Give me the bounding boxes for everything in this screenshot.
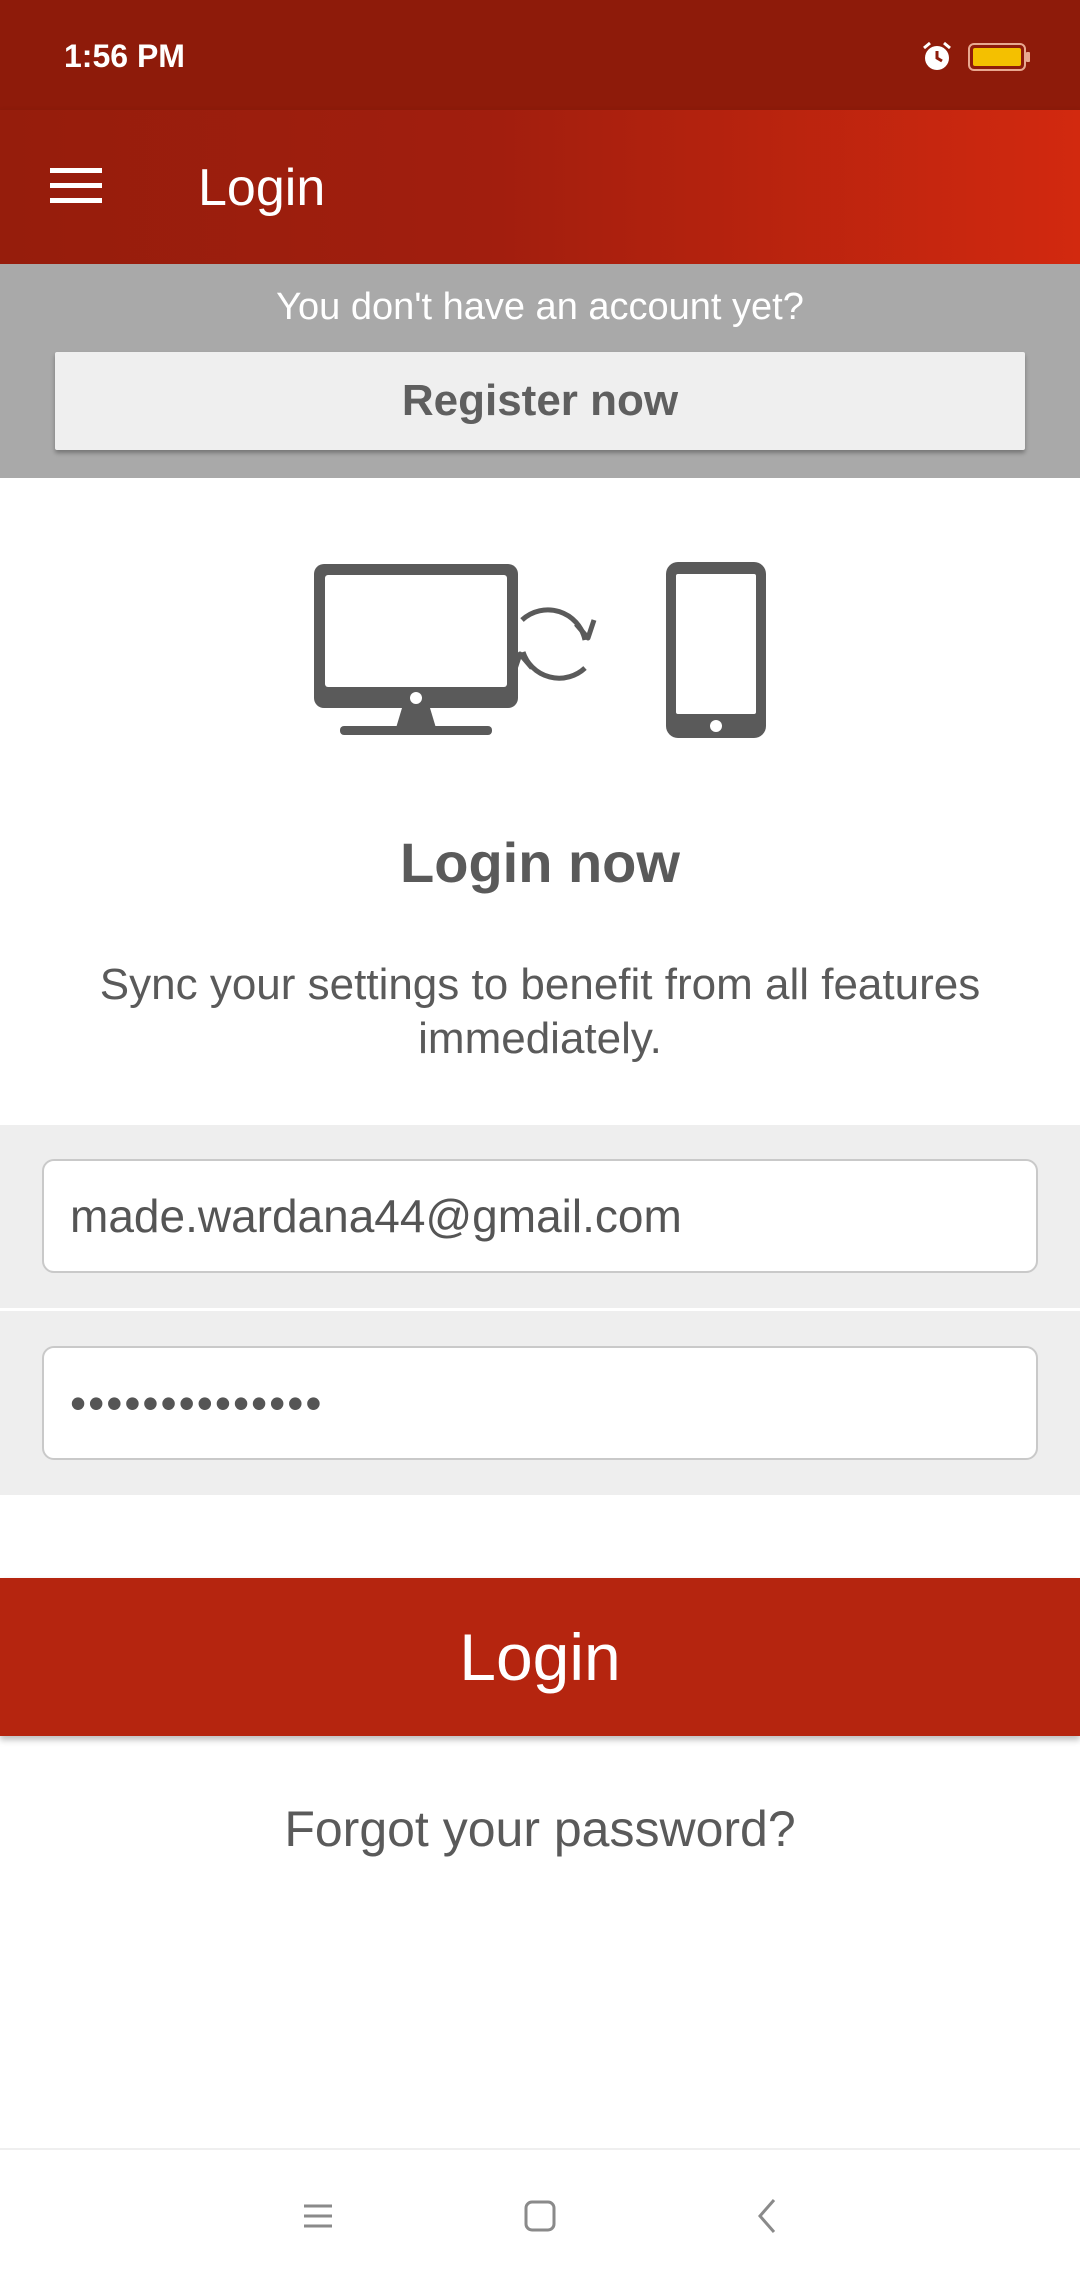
app-bar: Login — [0, 110, 1080, 264]
back-icon[interactable] — [748, 2196, 788, 2236]
register-now-button[interactable]: Register now — [55, 352, 1025, 450]
password-field[interactable] — [42, 1346, 1038, 1460]
battery-icon — [968, 43, 1030, 71]
smartphone-icon — [666, 562, 766, 738]
sync-devices-illustration — [314, 562, 766, 738]
alarm-icon — [923, 41, 951, 70]
login-heading: Login now — [400, 831, 680, 894]
register-prompt: You don't have an account yet? — [276, 286, 804, 328]
email-field[interactable] — [42, 1159, 1038, 1273]
recent-apps-icon[interactable] — [298, 2196, 338, 2236]
desktop-monitor-icon — [314, 564, 518, 735]
system-nav-bar — [0, 2148, 1080, 2282]
login-form — [0, 1125, 1080, 1495]
login-description: Sync your settings to benefit from all f… — [99, 960, 981, 1063]
forgot-password-link[interactable]: Forgot your password? — [0, 1800, 1080, 1858]
page-title: Login — [198, 159, 326, 217]
status-bar: 1:56 PM — [0, 0, 1080, 110]
form-divider — [0, 1308, 1080, 1311]
status-time: 1:56 PM — [64, 38, 185, 74]
hamburger-menu-icon[interactable] — [46, 162, 106, 210]
login-button[interactable]: Login — [0, 1578, 1080, 1736]
home-icon[interactable] — [520, 2196, 560, 2236]
register-panel: You don't have an account yet? Register … — [0, 264, 1080, 478]
sync-icon — [511, 607, 597, 681]
